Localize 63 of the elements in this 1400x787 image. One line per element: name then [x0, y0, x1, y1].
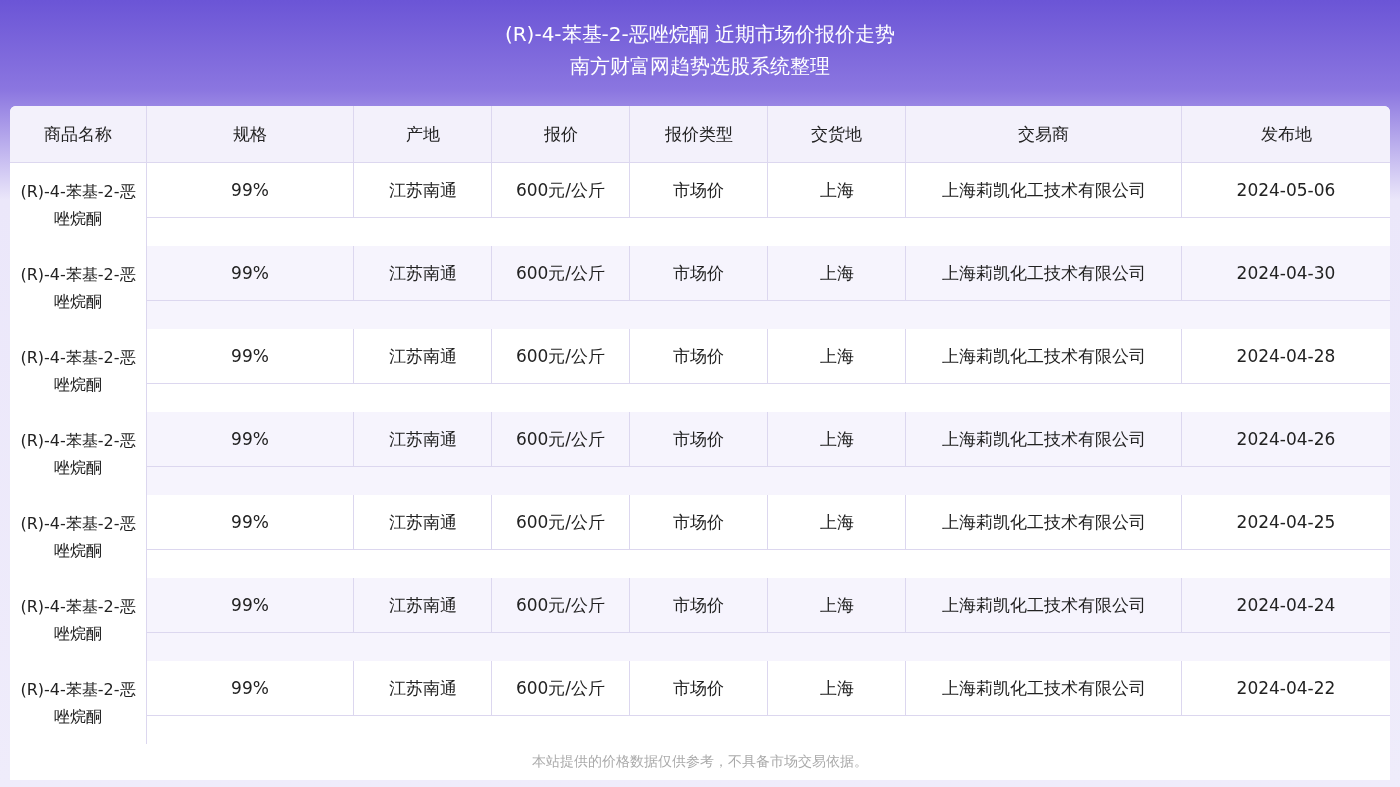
table-cell: 上海莉凯化工技术有限公司 — [906, 246, 1182, 300]
table-cell: 600元/公斤 — [492, 163, 630, 217]
table-cell: 市场价 — [630, 661, 768, 715]
table-cell-text: 2024-04-25 — [1235, 511, 1337, 534]
table-cell: 99% — [147, 412, 354, 466]
column-header: 报价 — [492, 106, 630, 162]
column-header: 交货地 — [768, 106, 906, 162]
table-cell: 600元/公斤 — [492, 495, 630, 549]
column-header: 产地 — [354, 106, 492, 162]
table-cell: 江苏南通 — [354, 163, 492, 217]
table-cell: 上海 — [768, 412, 906, 466]
table-cell: 600元/公斤 — [492, 578, 630, 632]
table-cell: (R)-4-苯基-2-恶唑烷酮 — [10, 578, 147, 661]
disclaimer-text: 本站提供的价格数据仅供参考，不具备市场交易依据。 — [532, 753, 868, 771]
table-cell: 上海 — [768, 578, 906, 632]
table-cell-text: 2024-04-28 — [1235, 345, 1337, 368]
table-cell: 上海 — [768, 329, 906, 383]
table-cell: 市场价 — [630, 495, 768, 549]
table-cell-text: 2024-04-24 — [1235, 594, 1337, 617]
table-cell: (R)-4-苯基-2-恶唑烷酮 — [10, 412, 147, 495]
table-cell: 600元/公斤 — [492, 246, 630, 300]
column-header: 发布地 — [1259, 122, 1313, 146]
table-cell: 市场价 — [630, 163, 768, 217]
table-cell: (R)-4-苯基-2-恶唑烷酮 — [10, 246, 147, 329]
table-cell: 上海 — [768, 661, 906, 715]
table-cell: 市场价 — [630, 246, 768, 300]
table-cell-text: 2024-04-26 — [1235, 428, 1337, 451]
table-cell: 上海莉凯化工技术有限公司 — [906, 495, 1182, 549]
table-cell: 600元/公斤 — [492, 412, 630, 466]
table-cell: 市场价 — [630, 578, 768, 632]
column-header: 商品名称 — [10, 106, 147, 162]
table-cell: 江苏南通 — [354, 661, 492, 715]
table-cell: 江苏南通 — [354, 495, 492, 549]
table-cell: 上海莉凯化工技术有限公司 — [906, 329, 1182, 383]
table-cell: 600元/公斤 — [492, 661, 630, 715]
table-cell: 99% — [147, 329, 354, 383]
table-cell: 上海 — [768, 495, 906, 549]
page-subtitle: 南方财富网趋势选股系统整理 — [570, 53, 830, 80]
table-cell: 市场价 — [630, 412, 768, 466]
table-cell: 99% — [147, 578, 354, 632]
table-cell: 上海莉凯化工技术有限公司 — [906, 578, 1182, 632]
table-cell-text: 2024-05-06 — [1235, 179, 1337, 202]
table-cell-text: 2024-04-22 — [1235, 677, 1337, 700]
table-cell: 江苏南通 — [354, 412, 492, 466]
table-cell: 99% — [147, 163, 354, 217]
column-header: 规格 — [147, 106, 354, 162]
table-cell: 江苏南通 — [354, 329, 492, 383]
table-cell: 江苏南通 — [354, 578, 492, 632]
table-cell: 上海莉凯化工技术有限公司 — [906, 661, 1182, 715]
column-header: 交易商 — [906, 106, 1182, 162]
table-cell: 99% — [147, 495, 354, 549]
table-cell-text: 2024-04-30 — [1235, 262, 1337, 285]
table-cell: 99% — [147, 661, 354, 715]
table-cell: 上海莉凯化工技术有限公司 — [906, 412, 1182, 466]
table-cell: 市场价 — [630, 329, 768, 383]
column-header: 报价类型 — [630, 106, 768, 162]
table-cell: 上海莉凯化工技术有限公司 — [906, 163, 1182, 217]
table-cell: 江苏南通 — [354, 246, 492, 300]
table-cell: 上海 — [768, 163, 906, 217]
table-cell: 上海 — [768, 246, 906, 300]
page-title: (R)-4-苯基-2-恶唑烷酮 近期市场价报价走势 — [504, 21, 896, 48]
table-cell: 600元/公斤 — [492, 329, 630, 383]
table-cell: 99% — [147, 246, 354, 300]
